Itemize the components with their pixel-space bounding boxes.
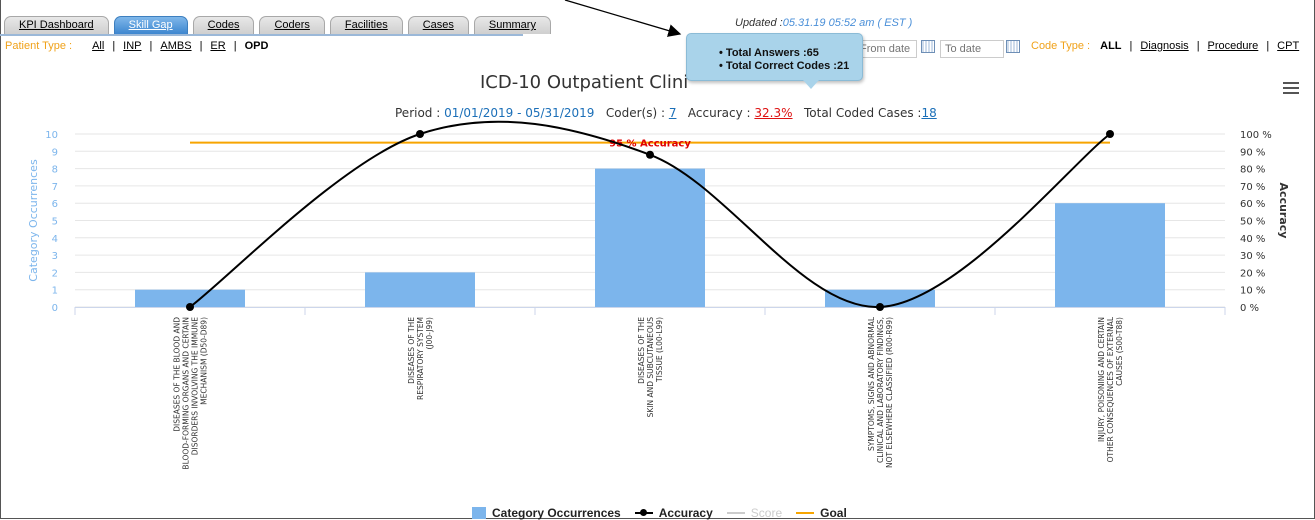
legend-item-goal[interactable]: Goal [796,506,847,520]
accuracy-point [1106,130,1114,138]
y-tick-left: 9 [52,147,58,158]
x-tick-label: DISEASES OF THERESPIRATORY SYSTEM(J00-J9… [407,317,434,400]
y-axis-left-label: Category Occurrences [27,159,40,282]
legend-label: Goal [820,506,847,520]
legend-label: Accuracy [658,506,713,520]
y-tick-right: 40 % [1240,234,1265,245]
y-tick-left: 5 [52,217,58,228]
chart-tooltip: Total Answers :65 Total Correct Codes :2… [686,33,863,89]
accuracy-point [646,150,654,159]
y-tick-right: 100 % [1240,130,1272,141]
x-tick-label: SYMPTOMS, SIGNS AND ABNORMALCLINICAL AND… [867,316,894,468]
legend-label: Category Occurrences [492,506,621,520]
y-tick-left: 1 [52,286,58,297]
combo-chart: 0123456789100 %10 %20 %30 %40 %50 %60 %7… [27,120,1290,470]
y-tick-right: 0 % [1240,303,1259,314]
bar-category-occurrences [595,168,705,307]
legend-swatch-line [634,509,653,516]
y-tick-right: 60 % [1240,199,1265,210]
y-tick-right: 10 % [1240,286,1265,297]
y-tick-left: 3 [52,251,58,262]
y-tick-right: 90 % [1240,147,1265,158]
legend-swatch-bar [472,507,486,519]
x-tick-label: DISEASES OF THE BLOOD ANDBLOOD-FORMING O… [173,317,209,470]
tooltip-total-answers: Total Answers :65 [719,47,862,60]
y-tick-right: 30 % [1240,251,1265,262]
legend-item-score[interactable]: Score [726,506,783,520]
legend-swatch-line [726,512,745,514]
y-tick-left: 4 [52,234,58,245]
accuracy-point [876,303,884,311]
accuracy-point [416,130,424,138]
chart-legend: Category Occurrences Accuracy Score Goal [472,506,861,520]
x-tick-label: INJURY, POISONING AND CERTAINOTHER CONSE… [1097,316,1124,462]
bar-category-occurrences [1055,203,1165,307]
y-tick-left: 8 [52,165,58,176]
y-axis-right-label: Accuracy [1277,183,1290,239]
y-tick-left: 2 [52,268,58,279]
legend-item-category-occurrences[interactable]: Category Occurrences [472,506,621,520]
tooltip-total-correct: Total Correct Codes :21 [719,60,862,73]
y-tick-right: 20 % [1240,268,1265,279]
y-tick-right: 50 % [1240,217,1265,228]
bar-category-occurrences [365,272,475,307]
y-tick-left: 6 [52,199,58,210]
accuracy-point [186,303,194,311]
legend-swatch-line [796,512,815,514]
y-tick-left: 0 [52,303,58,314]
x-tick-label: DISEASES OF THESKIN AND SUBCUTANEOUSTISS… [637,317,664,418]
legend-label: Score [750,506,783,520]
legend-item-accuracy[interactable]: Accuracy [634,506,713,520]
y-tick-right: 70 % [1240,182,1265,193]
y-tick-right: 80 % [1240,165,1265,176]
y-tick-left: 7 [52,182,58,193]
y-tick-left: 10 [45,130,58,141]
